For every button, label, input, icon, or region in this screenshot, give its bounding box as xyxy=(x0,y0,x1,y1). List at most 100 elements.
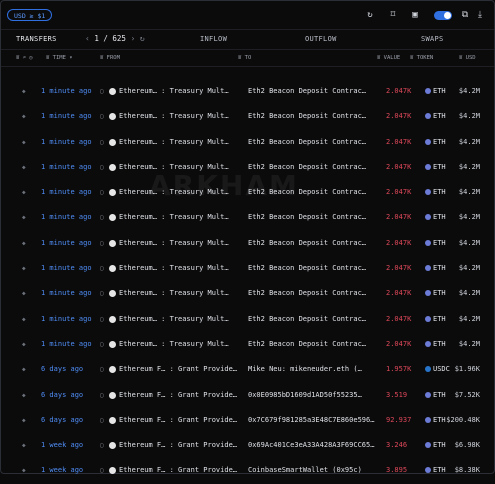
from-cell[interactable]: Ethereum… : Treasury Mult… xyxy=(119,79,242,104)
to-cell[interactable]: Eth2 Beacon Deposit Contrac… xyxy=(248,256,382,281)
from-cell[interactable]: Ethereum… : Treasury Mult… xyxy=(119,307,242,332)
pin-icon[interactable]: ◆ xyxy=(22,458,26,483)
table-row[interactable]: ◆ 6 days ago ▢ Ethereum F… : Grant Provi… xyxy=(1,383,494,408)
bookmark-icon[interactable]: ⌑ xyxy=(388,10,398,20)
pin-icon[interactable]: ◆ xyxy=(22,307,26,332)
tab-transfers[interactable]: TRANSFERS xyxy=(16,30,57,48)
col-to[interactable]: ⩸ TO xyxy=(238,50,251,66)
table-row[interactable]: ◆ 1 minute ago ▢ Ethereum… : Treasury Mu… xyxy=(1,130,494,155)
time-cell[interactable]: 1 minute ago xyxy=(41,79,92,104)
table-row[interactable]: ◆ 1 minute ago ▢ Ethereum… : Treasury Mu… xyxy=(1,180,494,205)
from-cell[interactable]: Ethereum… : Treasury Mult… xyxy=(119,256,242,281)
time-cell[interactable]: 1 minute ago xyxy=(41,332,92,357)
table-row[interactable]: ◆ 1 minute ago ▢ Ethereum… : Treasury Mu… xyxy=(1,256,494,281)
currency-filter-pill[interactable]: USD ≥ $1 xyxy=(7,9,53,21)
table-row[interactable]: ◆ 1 minute ago ▢ Ethereum… : Treasury Mu… xyxy=(1,332,494,357)
to-cell[interactable]: Eth2 Beacon Deposit Contrac… xyxy=(248,130,382,155)
to-cell[interactable]: Eth2 Beacon Deposit Contrac… xyxy=(248,231,382,256)
pin-icon[interactable]: ◆ xyxy=(22,180,26,205)
to-cell[interactable]: Eth2 Beacon Deposit Contrac… xyxy=(248,281,382,306)
table-row[interactable]: ◆ 1 week ago ▢ Ethereum F… : Grant Provi… xyxy=(1,433,494,458)
time-cell[interactable]: 1 week ago xyxy=(41,458,83,483)
from-cell[interactable]: Ethereum… : Treasury Mult… xyxy=(119,332,242,357)
from-cell[interactable]: Ethereum… : Treasury Mult… xyxy=(119,155,242,180)
time-cell[interactable]: 1 minute ago xyxy=(41,205,92,230)
to-cell[interactable]: Eth2 Beacon Deposit Contrac… xyxy=(248,180,382,205)
download-icon[interactable]: ⤓ xyxy=(475,10,485,20)
to-cell[interactable]: Eth2 Beacon Deposit Contrac… xyxy=(248,332,382,357)
table-row[interactable]: ◆ 6 days ago ▢ Ethereum F… : Grant Provi… xyxy=(1,357,494,382)
time-cell[interactable]: 1 minute ago xyxy=(41,130,92,155)
from-cell[interactable]: Ethereum… : Treasury Mult… xyxy=(119,104,242,129)
prev-page-icon[interactable]: ‹ xyxy=(85,34,90,43)
from-cell[interactable]: Ethereum F… : Grant Provide… xyxy=(119,433,242,458)
time-cell[interactable]: 1 minute ago xyxy=(41,180,92,205)
table-row[interactable]: ◆ 1 minute ago ▢ Ethereum… : Treasury Mu… xyxy=(1,155,494,180)
pin-icon[interactable]: ◆ xyxy=(22,79,26,104)
pin-icon[interactable]: ◆ xyxy=(22,155,26,180)
table-row[interactable]: ◆ 1 minute ago ▢ Ethereum… : Treasury Mu… xyxy=(1,281,494,306)
to-cell[interactable]: Eth2 Beacon Deposit Contrac… xyxy=(248,104,382,129)
to-cell[interactable]: CoinbaseSmartWallet (0x95c) xyxy=(248,458,382,483)
pin-icon[interactable]: ◆ xyxy=(22,383,26,408)
filter-icon[interactable]: ⩸ ⌕ ◷ xyxy=(16,50,33,66)
col-from[interactable]: ⩸ FROM xyxy=(100,50,120,66)
pin-icon[interactable]: ◆ xyxy=(22,205,26,230)
from-cell[interactable]: Ethereum F… : Grant Provide… xyxy=(119,357,242,382)
to-cell[interactable]: 0x0E0985bD1609d1AD50f55235… xyxy=(248,383,382,408)
pin-icon[interactable]: ◆ xyxy=(22,281,26,306)
col-time[interactable]: ⩸ TIME ▾ xyxy=(46,50,73,66)
table-row[interactable]: ◆ 1 week ago ▢ Ethereum F… : Grant Provi… xyxy=(1,458,494,483)
time-cell[interactable]: 1 minute ago xyxy=(41,307,92,332)
from-cell[interactable]: Ethereum F… : Grant Provide… xyxy=(119,383,242,408)
pin-icon[interactable]: ◆ xyxy=(22,104,26,129)
pin-icon[interactable]: ◆ xyxy=(22,231,26,256)
tab-outflow[interactable]: OUTFLOW xyxy=(305,30,337,48)
col-token[interactable]: ⩸ TOKEN xyxy=(410,50,433,66)
table-row[interactable]: ◆ 6 days ago ▢ Ethereum F… : Grant Provi… xyxy=(1,408,494,433)
pin-icon[interactable]: ◆ xyxy=(22,433,26,458)
time-cell[interactable]: 1 minute ago xyxy=(41,155,92,180)
time-cell[interactable]: 1 minute ago xyxy=(41,104,92,129)
to-cell[interactable]: 0x69Ac401Ce3eA33A428A3F69CC65… xyxy=(248,433,382,458)
table-row[interactable]: ◆ 1 minute ago ▢ Ethereum… : Treasury Mu… xyxy=(1,231,494,256)
tab-inflow[interactable]: INFLOW xyxy=(200,30,227,48)
pin-icon[interactable]: ◆ xyxy=(22,408,26,433)
toggle-switch[interactable] xyxy=(434,11,452,20)
pin-icon[interactable]: ◆ xyxy=(22,130,26,155)
table-row[interactable]: ◆ 1 minute ago ▢ Ethereum… : Treasury Mu… xyxy=(1,205,494,230)
to-cell[interactable]: Eth2 Beacon Deposit Contrac… xyxy=(248,307,382,332)
save-icon[interactable]: ▣ xyxy=(410,10,420,20)
time-cell[interactable]: 1 minute ago xyxy=(41,256,92,281)
from-cell[interactable]: Ethereum F… : Grant Provide… xyxy=(119,458,242,483)
reload-icon[interactable]: ↻ xyxy=(140,34,145,43)
copy-icon[interactable]: ⧉ xyxy=(460,10,470,20)
time-cell[interactable]: 6 days ago xyxy=(41,408,83,433)
time-cell[interactable]: 1 minute ago xyxy=(41,281,92,306)
from-cell[interactable]: Ethereum F… : Grant Provide… xyxy=(119,408,242,433)
to-cell[interactable]: Mike Neu: mikeneuder.eth (… xyxy=(248,357,382,382)
refresh-icon[interactable]: ↻ xyxy=(365,10,375,20)
col-value[interactable]: ⩸ VALUE xyxy=(377,50,400,66)
table-row[interactable]: ◆ 1 minute ago ▢ Ethereum… : Treasury Mu… xyxy=(1,104,494,129)
tab-swaps[interactable]: SWAPS xyxy=(421,30,444,48)
from-cell[interactable]: Ethereum… : Treasury Mult… xyxy=(119,180,242,205)
time-cell[interactable]: 6 days ago xyxy=(41,383,83,408)
from-cell[interactable]: Ethereum… : Treasury Mult… xyxy=(119,205,242,230)
pin-icon[interactable]: ◆ xyxy=(22,256,26,281)
time-cell[interactable]: 6 days ago xyxy=(41,357,83,382)
from-cell[interactable]: Ethereum… : Treasury Mult… xyxy=(119,231,242,256)
to-cell[interactable]: Eth2 Beacon Deposit Contrac… xyxy=(248,79,382,104)
col-usd[interactable]: ⩸ USD xyxy=(459,50,476,66)
table-row[interactable]: ◆ 1 minute ago ▢ Ethereum… : Treasury Mu… xyxy=(1,307,494,332)
pin-icon[interactable]: ◆ xyxy=(22,332,26,357)
pin-icon[interactable]: ◆ xyxy=(22,357,26,382)
next-page-icon[interactable]: › xyxy=(130,34,135,43)
to-cell[interactable]: 0x7C679f981285a3E48C7E860e596… xyxy=(248,408,382,433)
from-cell[interactable]: Ethereum… : Treasury Mult… xyxy=(119,130,242,155)
from-cell[interactable]: Ethereum… : Treasury Mult… xyxy=(119,281,242,306)
to-cell[interactable]: Eth2 Beacon Deposit Contrac… xyxy=(248,155,382,180)
table-row[interactable]: ◆ 1 minute ago ▢ Ethereum… : Treasury Mu… xyxy=(1,79,494,104)
time-cell[interactable]: 1 week ago xyxy=(41,433,83,458)
time-cell[interactable]: 1 minute ago xyxy=(41,231,92,256)
